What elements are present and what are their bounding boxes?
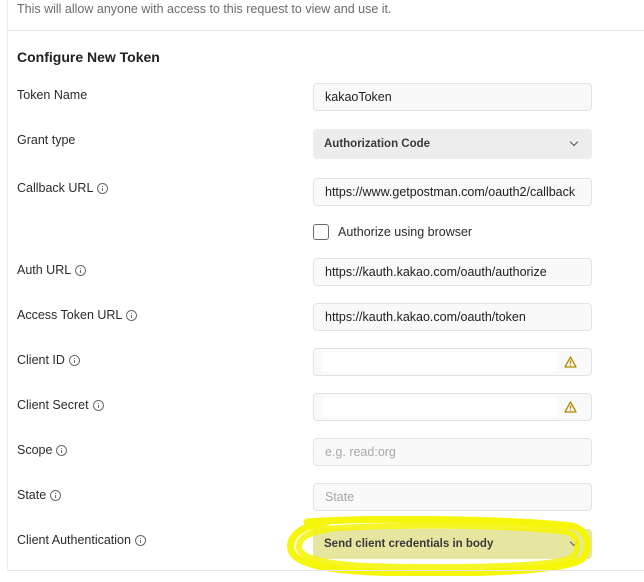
- access-token-url-label-text: Access Token URL: [17, 308, 123, 322]
- scope-label-text: Scope: [17, 443, 53, 457]
- state-placeholder: State: [325, 490, 355, 504]
- scope-input[interactable]: e.g. read:org: [313, 438, 592, 466]
- info-icon[interactable]: [56, 444, 68, 456]
- top-divider: [7, 30, 644, 31]
- access-token-url-input[interactable]: https://kauth.kakao.com/oauth/token: [313, 303, 592, 331]
- configure-token-panel: This will allow anyone with access to th…: [0, 0, 644, 582]
- state-label-text: State: [17, 488, 47, 502]
- warning-icon[interactable]: [564, 356, 577, 368]
- client-auth-value: Send client credentials in body: [324, 538, 494, 550]
- auth-url-input[interactable]: https://kauth.kakao.com/oauth/authorize: [313, 258, 592, 286]
- share-notice: This will allow anyone with access to th…: [17, 2, 392, 16]
- grant-type-label: Grant type: [17, 133, 75, 147]
- auth-url-value: https://kauth.kakao.com/oauth/authorize: [325, 265, 547, 279]
- callback-url-value: https://www.getpostman.com/oauth2/callba…: [325, 185, 576, 199]
- access-token-url-label: Access Token URL: [17, 308, 138, 322]
- scope-label: Scope: [17, 443, 68, 457]
- access-token-url-value: https://kauth.kakao.com/oauth/token: [325, 310, 526, 324]
- client-secret-label: Client Secret: [17, 398, 104, 412]
- client-auth-label: Client Authentication: [17, 533, 146, 547]
- info-icon[interactable]: [134, 534, 146, 546]
- redacted-value: [322, 397, 557, 417]
- client-id-label: Client ID: [17, 353, 80, 367]
- client-secret-label-text: Client Secret: [17, 398, 89, 412]
- info-icon[interactable]: [50, 489, 62, 501]
- authorize-browser-label[interactable]: Authorize using browser: [338, 225, 472, 239]
- client-id-label-text: Client ID: [17, 353, 65, 367]
- grant-type-label-text: Grant type: [17, 133, 76, 147]
- warning-icon[interactable]: [564, 401, 577, 413]
- info-icon[interactable]: [97, 182, 109, 194]
- callback-url-label: Callback URL: [17, 181, 109, 195]
- text-fade: [571, 179, 591, 205]
- client-auth-label-text: Client Authentication: [17, 533, 131, 547]
- state-label: State: [17, 488, 62, 502]
- panel-left-border: [7, 0, 8, 570]
- info-icon[interactable]: [126, 309, 138, 321]
- callback-url-input[interactable]: https://www.getpostman.com/oauth2/callba…: [313, 178, 592, 206]
- state-input[interactable]: State: [313, 483, 592, 511]
- info-icon[interactable]: [92, 399, 104, 411]
- section-title: Configure New Token: [17, 49, 160, 65]
- token-name-value: kakaoToken: [325, 90, 392, 104]
- info-icon[interactable]: [68, 354, 80, 366]
- client-auth-select[interactable]: Send client credentials in body: [313, 529, 592, 559]
- token-name-input[interactable]: kakaoToken: [313, 83, 592, 111]
- client-secret-input[interactable]: [313, 393, 592, 421]
- client-id-input[interactable]: [313, 348, 592, 376]
- info-icon[interactable]: [75, 264, 87, 276]
- callback-url-label-text: Callback URL: [17, 181, 94, 195]
- authorize-browser-checkbox[interactable]: [313, 224, 329, 240]
- auth-url-label-text: Auth URL: [17, 263, 72, 277]
- scope-placeholder: e.g. read:org: [325, 445, 396, 459]
- authorize-browser-row: Authorize using browser: [313, 224, 472, 240]
- redacted-value: [322, 352, 557, 372]
- token-name-label: Token Name: [17, 88, 87, 102]
- auth-url-label: Auth URL: [17, 263, 87, 277]
- bottom-divider: [7, 570, 644, 571]
- token-name-label-text: Token Name: [17, 88, 88, 102]
- grant-type-select[interactable]: Authorization Code: [313, 129, 592, 159]
- grant-type-value: Authorization Code: [324, 138, 431, 150]
